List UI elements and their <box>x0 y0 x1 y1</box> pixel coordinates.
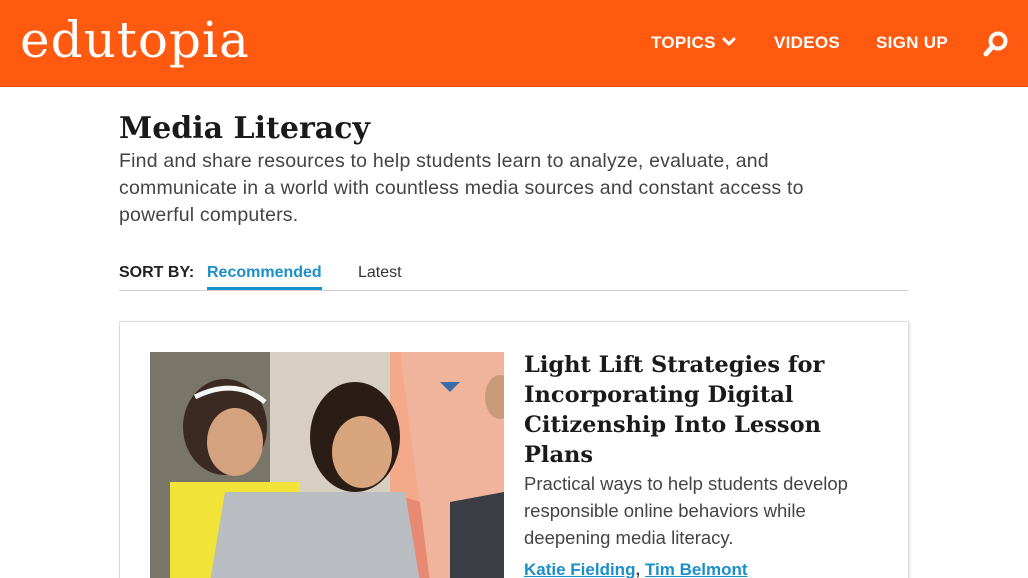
author-link[interactable]: Katie Fielding <box>524 560 635 578</box>
sort-bar: SORT BY: Recommended Latest <box>119 262 908 291</box>
sort-label: SORT BY: <box>119 264 195 281</box>
article-summary: Practical ways to help students develop … <box>524 473 848 548</box>
article-title[interactable]: Light Lift Strategies for Incorporating … <box>524 350 844 470</box>
search-icon <box>983 31 1008 57</box>
search-button[interactable] <box>982 30 1010 58</box>
article-image[interactable] <box>150 352 504 578</box>
page-title: Media Literacy <box>119 111 370 146</box>
sort-tab-recommended[interactable]: Recommended <box>207 264 322 290</box>
students-at-laptop-photo <box>150 352 504 578</box>
nav-sign-up[interactable]: SIGN UP <box>876 33 948 53</box>
article-authors: Katie Fielding, Tim Belmont <box>524 560 748 578</box>
author-separator: , <box>635 560 641 578</box>
nav-topics-label: TOPICS <box>651 33 716 52</box>
edutopia-logo[interactable]: edutopia <box>20 10 250 70</box>
nav-topics[interactable]: TOPICS <box>651 33 736 54</box>
article-card: Light Lift Strategies for Incorporating … <box>119 321 909 578</box>
site-header: edutopia TOPICS VIDEOS SIGN UP <box>0 0 1028 87</box>
nav-videos[interactable]: VIDEOS <box>774 33 840 53</box>
chevron-down-icon <box>722 32 736 52</box>
author-link[interactable]: Tim Belmont <box>645 560 748 578</box>
sort-tab-latest[interactable]: Latest <box>358 264 402 290</box>
page-description: Find and share resources to help student… <box>119 150 804 226</box>
